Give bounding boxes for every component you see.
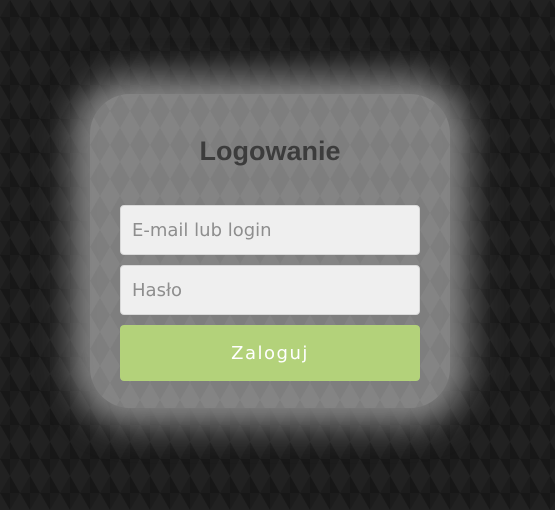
login-button[interactable]: Zaloguj [120,325,420,381]
login-title: Logowanie [199,136,341,166]
email-or-login-input[interactable] [120,205,420,255]
password-input[interactable] [120,265,420,315]
login-page: { "login": { "title": "Logowanie", "emai… [0,0,555,510]
